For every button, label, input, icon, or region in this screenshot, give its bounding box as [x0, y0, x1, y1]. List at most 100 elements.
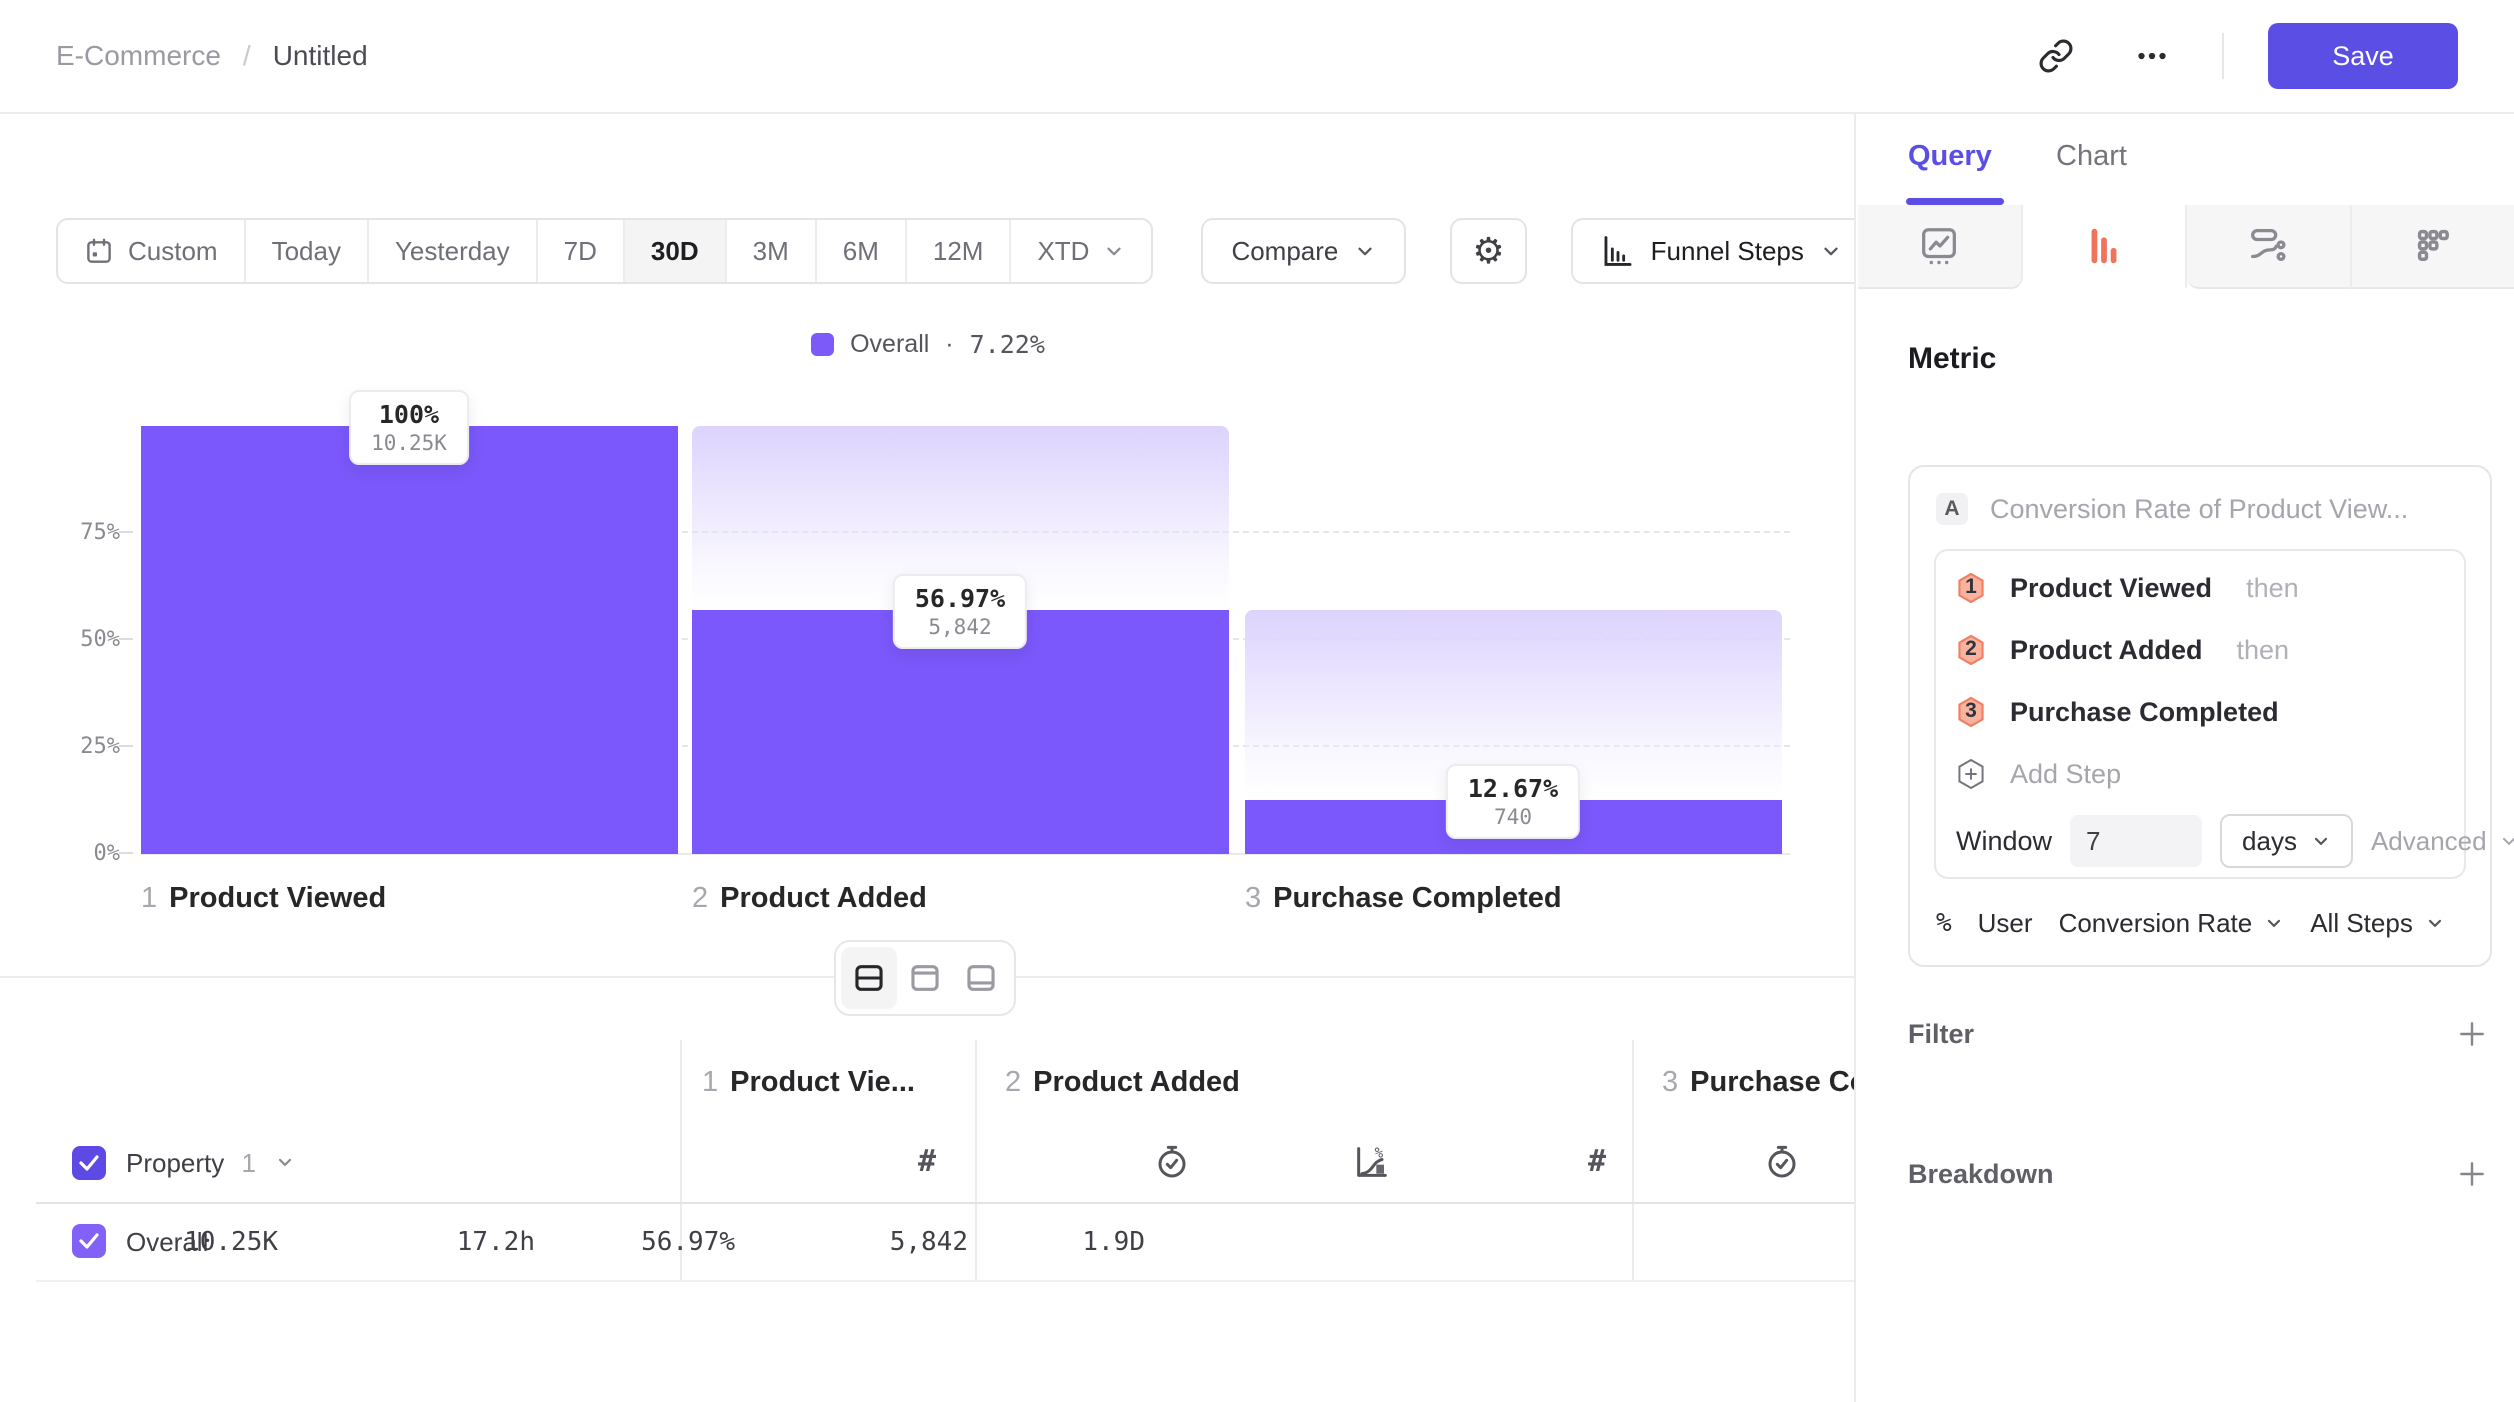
add-step-row[interactable]: Add Step	[1956, 743, 2444, 805]
check-icon	[77, 1231, 101, 1251]
funnel-bar-step-1[interactable]	[141, 426, 678, 854]
window-value-input[interactable]	[2070, 815, 2202, 867]
range-6m[interactable]: 6M	[817, 220, 907, 282]
range-today[interactable]: Today	[246, 220, 369, 282]
table-header-border	[36, 1202, 1856, 1204]
time-to-convert-icon[interactable]	[1152, 1142, 1192, 1187]
range-custom[interactable]: Custom	[58, 220, 246, 282]
ytick-75: 75%	[30, 520, 120, 545]
tab-query[interactable]: Query	[1908, 140, 1992, 173]
table-group-header-1[interactable]: 1Product Vie...	[702, 1066, 915, 1099]
tab-insights-metric[interactable]	[1858, 205, 2023, 289]
advanced-toggle[interactable]: Advanced	[2371, 826, 2514, 857]
breadcrumb-page-title[interactable]: Untitled	[273, 40, 368, 72]
count-metric-icon[interactable]: #	[1588, 1144, 1606, 1179]
chart-type-label: Funnel Steps	[1651, 236, 1804, 267]
row-step3-time: 1.9D	[1082, 1227, 1145, 1257]
counting-entity[interactable]: User	[1978, 908, 2033, 939]
share-link-icon[interactable]	[2030, 30, 2082, 82]
query-panel: Query Chart	[1858, 114, 2514, 1402]
step-badge-1: 1	[1956, 572, 1986, 604]
filter-heading: Filter	[1908, 1019, 1974, 1050]
funnel-plot: 0% 25% 50% 75% 100% 10.25K	[141, 426, 1790, 854]
range-xtd[interactable]: XTD	[1011, 220, 1151, 282]
metric-title: Conversion Rate of Product View...	[1990, 494, 2408, 525]
step-row-2[interactable]: 2 Product Added then	[1956, 619, 2444, 681]
tooltip-count: 5,842	[915, 615, 1005, 639]
tooltip-percent: 56.97%	[915, 584, 1005, 613]
tab-retention-metric[interactable]	[2352, 205, 2514, 289]
topbar-divider	[2222, 33, 2224, 79]
split-view-button[interactable]	[841, 947, 897, 1009]
ytick-50: 50%	[30, 627, 120, 652]
save-button[interactable]: Save	[2268, 23, 2458, 89]
tab-funnel-metric-active[interactable]	[2023, 205, 2188, 289]
tooltip-percent: 12.67%	[1468, 774, 1558, 803]
chevron-down-icon	[1354, 240, 1376, 262]
compare-label: Compare	[1231, 236, 1338, 267]
metric-badge: A	[1936, 493, 1968, 525]
chart-type-button[interactable]: Funnel Steps	[1571, 218, 1856, 284]
range-30d-active[interactable]: 30D	[625, 220, 727, 282]
filter-section: Filter	[1908, 1014, 2492, 1054]
time-to-convert-icon[interactable]	[1762, 1142, 1802, 1187]
breakdown-heading: Breakdown	[1908, 1159, 2054, 1190]
measurement-row: % User Conversion Rate All Steps	[1936, 901, 2464, 945]
tooltip-step-2: 56.97% 5,842	[893, 574, 1027, 649]
legend-separator: ·	[945, 330, 953, 359]
tooltip-step-3: 12.67% 740	[1446, 764, 1580, 839]
compare-button[interactable]: Compare	[1201, 218, 1406, 284]
tab-flow-metric[interactable]	[2187, 205, 2352, 289]
table-group-header-2[interactable]: 2Product Added	[1005, 1066, 1240, 1099]
percent-prefix: %	[1936, 908, 1952, 938]
chart-legend[interactable]: Overall · 7.22%	[0, 330, 1856, 359]
chevron-down-icon	[2425, 913, 2445, 933]
chevron-down-icon	[2311, 831, 2331, 851]
breakdown-section: Breakdown	[1908, 1154, 2492, 1194]
chart-only-view-button[interactable]	[897, 947, 953, 1009]
chart-settings-button[interactable]: ⚙	[1450, 218, 1526, 284]
table-only-view-button[interactable]	[953, 947, 1009, 1009]
decreasing-dots-icon	[2410, 223, 2456, 269]
step-row-1[interactable]: 1 Product Viewed then	[1956, 557, 2444, 619]
metric-summary-row[interactable]: A Conversion Rate of Product View...	[1936, 491, 2464, 527]
breadcrumb: E-Commerce / Untitled	[56, 40, 368, 72]
conversion-rate-chart-icon[interactable]: %	[1352, 1142, 1392, 1187]
chevron-down-icon	[1103, 240, 1125, 262]
count-metric-icon[interactable]: #	[918, 1144, 936, 1179]
add-breakdown-button[interactable]	[2452, 1154, 2492, 1194]
metric-mode-select[interactable]: Conversion Rate	[2059, 908, 2285, 939]
more-options-icon[interactable]	[2126, 30, 2178, 82]
range-7d[interactable]: 7D	[538, 220, 625, 282]
tooltip-count: 10.25K	[371, 431, 447, 455]
range-yesterday[interactable]: Yesterday	[369, 220, 538, 282]
step-badge-2: 2	[1956, 634, 1986, 666]
window-unit-select[interactable]: days	[2220, 814, 2353, 868]
add-filter-button[interactable]	[2452, 1014, 2492, 1054]
metric-type-tabs	[1858, 205, 2514, 289]
property-selector[interactable]: Property 1	[126, 1148, 295, 1179]
chevron-down-icon	[275, 1152, 295, 1172]
flow-icon	[2245, 223, 2291, 269]
legend-swatch	[811, 333, 834, 356]
range-12m[interactable]: 12M	[907, 220, 1012, 282]
table-row-border	[36, 1280, 1856, 1282]
tab-chart[interactable]: Chart	[2056, 140, 2127, 173]
table-divider	[1632, 1040, 1634, 1280]
row-step2-rate: 56.97%	[641, 1227, 735, 1257]
steps-scope-select[interactable]: All Steps	[2310, 908, 2445, 939]
select-all-checkbox[interactable]	[72, 1146, 106, 1180]
breadcrumb-project[interactable]: E-Commerce	[56, 40, 221, 72]
range-xtd-label: XTD	[1037, 236, 1089, 267]
range-custom-label: Custom	[128, 236, 218, 267]
gear-icon: ⚙	[1472, 233, 1504, 269]
row-step1-count: 10.25K	[184, 1227, 278, 1257]
bottom-pane-view-icon	[964, 961, 998, 995]
ytick-25: 25%	[30, 734, 120, 759]
step-row-3[interactable]: 3 Purchase Completed	[1956, 681, 2444, 743]
funnel-bars-icon	[2081, 223, 2127, 269]
row-checkbox[interactable]	[72, 1224, 106, 1258]
table-group-header-3[interactable]: 3Purchase Completed	[1662, 1066, 1856, 1099]
calendar-icon	[84, 236, 114, 266]
range-3m[interactable]: 3M	[727, 220, 817, 282]
